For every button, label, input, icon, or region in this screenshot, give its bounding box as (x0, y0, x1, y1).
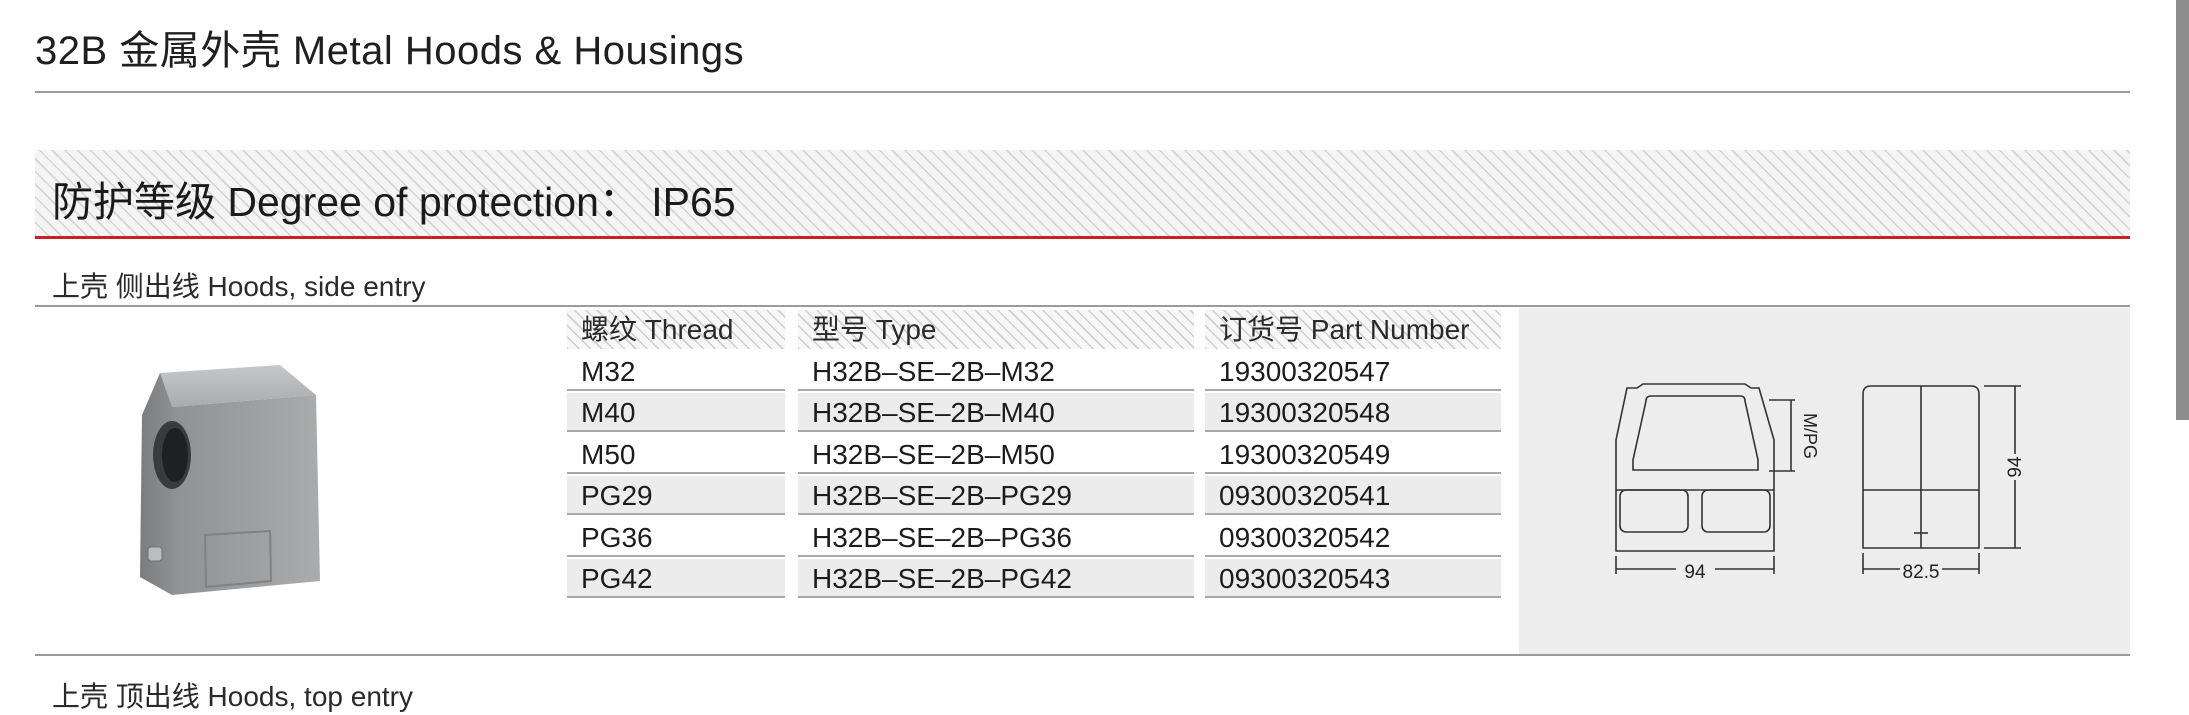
column-thread: 螺纹 Thread M32 M40 M50 PG29 PG36 PG42 (567, 310, 785, 601)
table-cell-part-number: 09300320543 (1205, 559, 1501, 598)
section-divider (35, 305, 2130, 307)
protection-rating: 防护等级 Degree of protection： IP65 (52, 179, 736, 225)
table-cell-type: H32B–SE–2B–M50 (798, 435, 1194, 474)
table-cell-thread: M40 (567, 393, 785, 432)
technical-drawing: 94 82.5 94 M/PG (1615, 383, 2026, 583)
table-cell-part-number: 09300320542 (1205, 518, 1501, 557)
table-cell-part-number: 19300320547 (1205, 352, 1501, 391)
table-cell-thread: M50 (567, 435, 785, 474)
table-cell-part-number: 09300320541 (1205, 476, 1501, 515)
dimension-side-height: 94 (2005, 456, 2026, 478)
table-cell-thread: PG42 (567, 559, 785, 598)
scrollbar[interactable] (2176, 0, 2189, 420)
product-photo-hood (120, 355, 370, 620)
table-cell-type: H32B–SE–2B–M32 (798, 352, 1194, 391)
section-divider (35, 654, 2130, 656)
table-cell-part-number: 19300320548 (1205, 393, 1501, 432)
protection-banner: 防护等级 Degree of protection： IP65 (35, 150, 2130, 239)
page-title: 32B 金属外壳 Metal Hoods & Housings (35, 29, 745, 73)
technical-drawing-panel: 94 82.5 94 M/PG (1519, 308, 2130, 655)
section-title-top-entry: 上壳 顶出线 Hoods, top entry (52, 681, 414, 712)
section-title-side-entry: 上壳 侧出线 Hoods, side entry (52, 271, 426, 302)
column-header-thread: 螺纹 Thread (567, 310, 785, 349)
column-part-number: 订货号 Part Number 19300320547 19300320548 … (1205, 310, 1501, 601)
dimension-side-width: 82.5 (1903, 562, 1940, 583)
dimension-thread-label: M/PG (1800, 413, 1820, 459)
table-cell-part-number: 19300320549 (1205, 435, 1501, 474)
title-divider (35, 91, 2130, 93)
table-cell-type: H32B–SE–2B–PG29 (798, 476, 1194, 515)
dimension-front-width: 94 (1684, 562, 1706, 583)
table-cell-thread: PG36 (567, 518, 785, 557)
table-cell-type: H32B–SE–2B–M40 (798, 393, 1194, 432)
column-header-type: 型号 Type (798, 310, 1194, 349)
table-cell-type: H32B–SE–2B–PG42 (798, 559, 1194, 598)
table-cell-thread: PG29 (567, 476, 785, 515)
column-header-part-number: 订货号 Part Number (1205, 310, 1501, 349)
column-type: 型号 Type H32B–SE–2B–M32 H32B–SE–2B–M40 H3… (798, 310, 1194, 601)
table-cell-type: H32B–SE–2B–PG36 (798, 518, 1194, 557)
table-cell-thread: M32 (567, 352, 785, 391)
